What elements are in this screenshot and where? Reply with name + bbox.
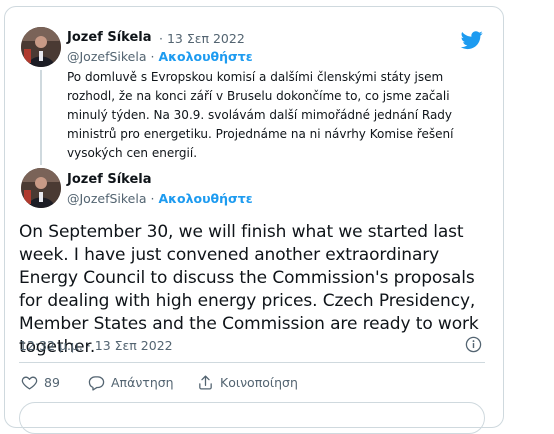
heart-icon xyxy=(21,376,38,390)
author-handle[interactable]: @JozefSikela xyxy=(67,49,147,64)
avatar-photo xyxy=(21,27,61,67)
divider xyxy=(19,362,485,363)
separator: · xyxy=(146,49,159,64)
author-name[interactable]: Jozef Síkela xyxy=(67,30,152,45)
info-icon[interactable] xyxy=(465,336,482,353)
reply-icon xyxy=(88,376,105,391)
author-name[interactable]: Jozef Síkela xyxy=(67,172,152,187)
share-icon xyxy=(199,375,212,390)
share-button[interactable]: Κοινοποίηση xyxy=(197,374,298,391)
follow-button[interactable]: Ακολουθήστε xyxy=(158,191,252,206)
like-count: 89 xyxy=(44,375,60,390)
read-replies-button[interactable] xyxy=(19,402,485,434)
tweet-time[interactable]: 12:32 μ.μ. · 13 Σεπ 2022 xyxy=(19,338,173,353)
follow-button[interactable]: Ακολουθήστε xyxy=(158,49,252,64)
avatar-photo xyxy=(21,168,61,208)
reply-label: Απάντηση xyxy=(111,375,174,390)
twitter-bird-icon[interactable] xyxy=(459,29,485,51)
author-handle[interactable]: @JozefSikela xyxy=(67,191,147,206)
tweet-timestamp[interactable]: · 13 Σεπ 2022 xyxy=(159,31,245,46)
reply-button[interactable]: Απάντηση xyxy=(88,374,174,391)
avatar[interactable] xyxy=(21,27,61,67)
share-label: Κοινοποίηση xyxy=(220,375,298,390)
separator: · xyxy=(146,191,159,206)
avatar[interactable] xyxy=(21,168,61,208)
like-button[interactable]: 89 xyxy=(21,374,60,391)
quoted-tweet-text: Po domluvě s Evropskou komisí a dalšími … xyxy=(67,70,454,160)
thread-connector xyxy=(40,70,42,165)
